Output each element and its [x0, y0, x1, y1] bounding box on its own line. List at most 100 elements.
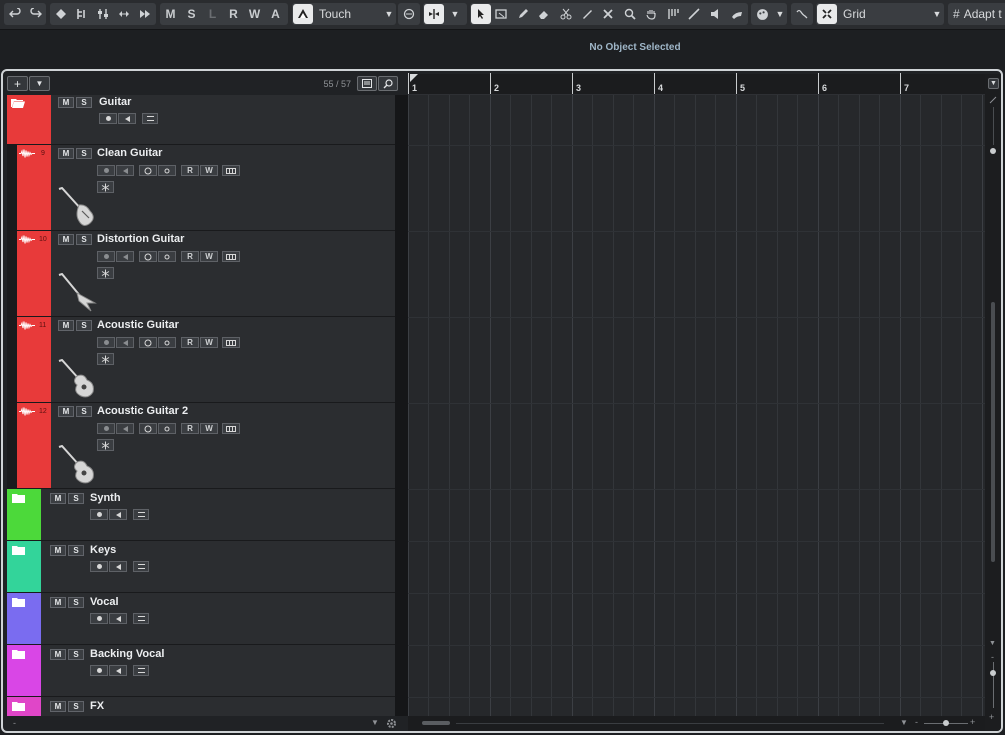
read-automation-button[interactable]: R [181, 423, 199, 434]
folder-icon[interactable] [12, 545, 25, 555]
folder-open-icon[interactable] [11, 98, 25, 108]
freeze-button[interactable] [97, 353, 114, 365]
mute-button[interactable]: M [50, 649, 66, 660]
lanes-button[interactable] [222, 337, 240, 348]
record-enable-button[interactable] [90, 561, 108, 572]
auto-scroll-icon[interactable] [398, 3, 420, 25]
record-enable-button[interactable] [97, 337, 115, 348]
write-mode-button[interactable]: W [244, 3, 265, 25]
read-automation-toggle[interactable] [139, 251, 157, 262]
horizontal-scroll-thumb[interactable] [422, 721, 450, 725]
record-enable-button[interactable] [90, 613, 108, 624]
freeze-button[interactable] [97, 181, 114, 193]
track-name[interactable]: Distortion Guitar [97, 233, 184, 245]
constrain-delay-icon[interactable] [50, 3, 71, 25]
snap-type-dropdown[interactable]: Grid ▼ [816, 3, 944, 25]
write-automation-button[interactable]: W [200, 337, 218, 348]
lanes-button[interactable] [222, 251, 240, 262]
range-selection-tool-icon[interactable] [491, 3, 512, 25]
vertical-scroll-thumb[interactable] [991, 302, 995, 562]
read-automation-toggle[interactable] [139, 423, 157, 434]
timeline-ruler[interactable]: 1 2 3 4 5 6 7 [408, 73, 985, 95]
draw-tool-icon[interactable] [512, 3, 533, 25]
solo-button[interactable]: S [68, 597, 84, 608]
solo-button[interactable]: S [76, 97, 92, 108]
mute-mode-button[interactable]: M [160, 3, 181, 25]
monitor-button[interactable] [109, 613, 127, 624]
edit-state-button[interactable] [158, 251, 176, 262]
track-list-divider[interactable] [399, 95, 408, 716]
solo-mode-button[interactable]: S [181, 3, 202, 25]
play-tool-icon[interactable] [705, 3, 726, 25]
edit-state-button[interactable] [158, 337, 176, 348]
write-automation-button[interactable]: W [200, 251, 218, 262]
snap-zero-crossing-icon[interactable] [791, 3, 813, 25]
automation-mode-button[interactable]: A [265, 3, 286, 25]
read-automation-toggle[interactable] [139, 337, 157, 348]
mute-button[interactable]: M [50, 493, 66, 504]
solo-button[interactable]: S [68, 701, 84, 712]
write-automation-button[interactable]: W [200, 423, 218, 434]
freeze-button[interactable] [97, 267, 114, 279]
zoom-out-icon[interactable]: - [915, 717, 918, 727]
record-enable-button[interactable] [99, 113, 117, 124]
mute-button[interactable]: M [58, 406, 74, 417]
zoom-out-icon[interactable]: - [991, 652, 994, 662]
mute-button[interactable]: M [58, 148, 74, 159]
folder-track-vocal[interactable]: M S Vocal [7, 593, 399, 645]
vertical-zoom-handle[interactable] [990, 148, 996, 154]
mute-button[interactable]: M [58, 320, 74, 331]
zoom-in-icon[interactable]: + [989, 712, 994, 722]
track-name[interactable]: Synth [90, 492, 121, 504]
monitor-button[interactable] [116, 251, 134, 262]
horizontal-scrollbar[interactable]: ▼ - + [408, 716, 985, 731]
mute-button[interactable]: M [50, 597, 66, 608]
redo-icon[interactable] [25, 3, 46, 25]
folder-icon[interactable] [12, 649, 25, 659]
mixer-icon[interactable] [92, 3, 113, 25]
track-height-handle[interactable] [990, 670, 996, 676]
record-enable-button[interactable] [97, 251, 115, 262]
monitor-button[interactable] [116, 423, 134, 434]
record-enable-button[interactable] [90, 665, 108, 676]
edit-channel-button[interactable] [133, 561, 149, 572]
lanes-button[interactable] [222, 423, 240, 434]
left-locator-icon[interactable] [410, 74, 418, 82]
read-automation-button[interactable]: R [181, 251, 199, 262]
split-scissors-icon[interactable] [555, 3, 576, 25]
zoom-presets-icon[interactable] [989, 96, 997, 104]
chevron-down-icon[interactable]: ▼ [988, 78, 999, 89]
listen-mode-button[interactable]: L [202, 3, 223, 25]
folder-icon[interactable] [12, 493, 25, 503]
audio-track-clean-guitar[interactable]: 9 M S Clean Guitar R W [7, 145, 399, 231]
erase-tool-icon[interactable] [533, 3, 554, 25]
audio-track-acoustic-guitar-2[interactable]: 12 M S Acoustic Guitar 2 R W [7, 403, 399, 489]
record-enable-button[interactable] [97, 423, 115, 434]
color-tool-icon[interactable] [726, 3, 747, 25]
folder-icon[interactable] [12, 701, 25, 711]
folder-track-fx[interactable]: M S FX [7, 697, 399, 716]
add-track-button[interactable]: + [7, 76, 28, 91]
audio-track-acoustic-guitar[interactable]: 11 M S Acoustic Guitar R W [7, 317, 399, 403]
chevron-down-icon[interactable]: ▼ [989, 640, 996, 647]
folder-icon[interactable] [12, 597, 25, 607]
folder-track-backing-vocal[interactable]: M S Backing Vocal [7, 645, 399, 697]
mute-button[interactable]: M [58, 97, 74, 108]
edit-state-button[interactable] [158, 423, 176, 434]
color-menu-group[interactable]: ▼ [751, 3, 787, 25]
add-track-menu-icon[interactable]: ▼ [29, 76, 50, 91]
monitor-button[interactable] [118, 113, 136, 124]
zoom-tool-icon[interactable] [619, 3, 640, 25]
monitor-button[interactable] [116, 165, 134, 176]
track-visibility-icon[interactable] [357, 76, 377, 91]
object-selection-tool-icon[interactable] [471, 4, 491, 24]
track-name[interactable]: Acoustic Guitar 2 [97, 405, 188, 417]
record-enable-button[interactable] [97, 165, 115, 176]
monitor-button[interactable] [116, 337, 134, 348]
read-automation-toggle[interactable] [139, 165, 157, 176]
chevron-down-icon[interactable]: ▼ [444, 9, 466, 19]
chevron-down-icon[interactable]: ▼ [371, 718, 379, 727]
vertical-zoom-slider[interactable] [993, 107, 994, 145]
edit-channel-button[interactable] [133, 665, 149, 676]
event-display[interactable] [408, 95, 985, 716]
